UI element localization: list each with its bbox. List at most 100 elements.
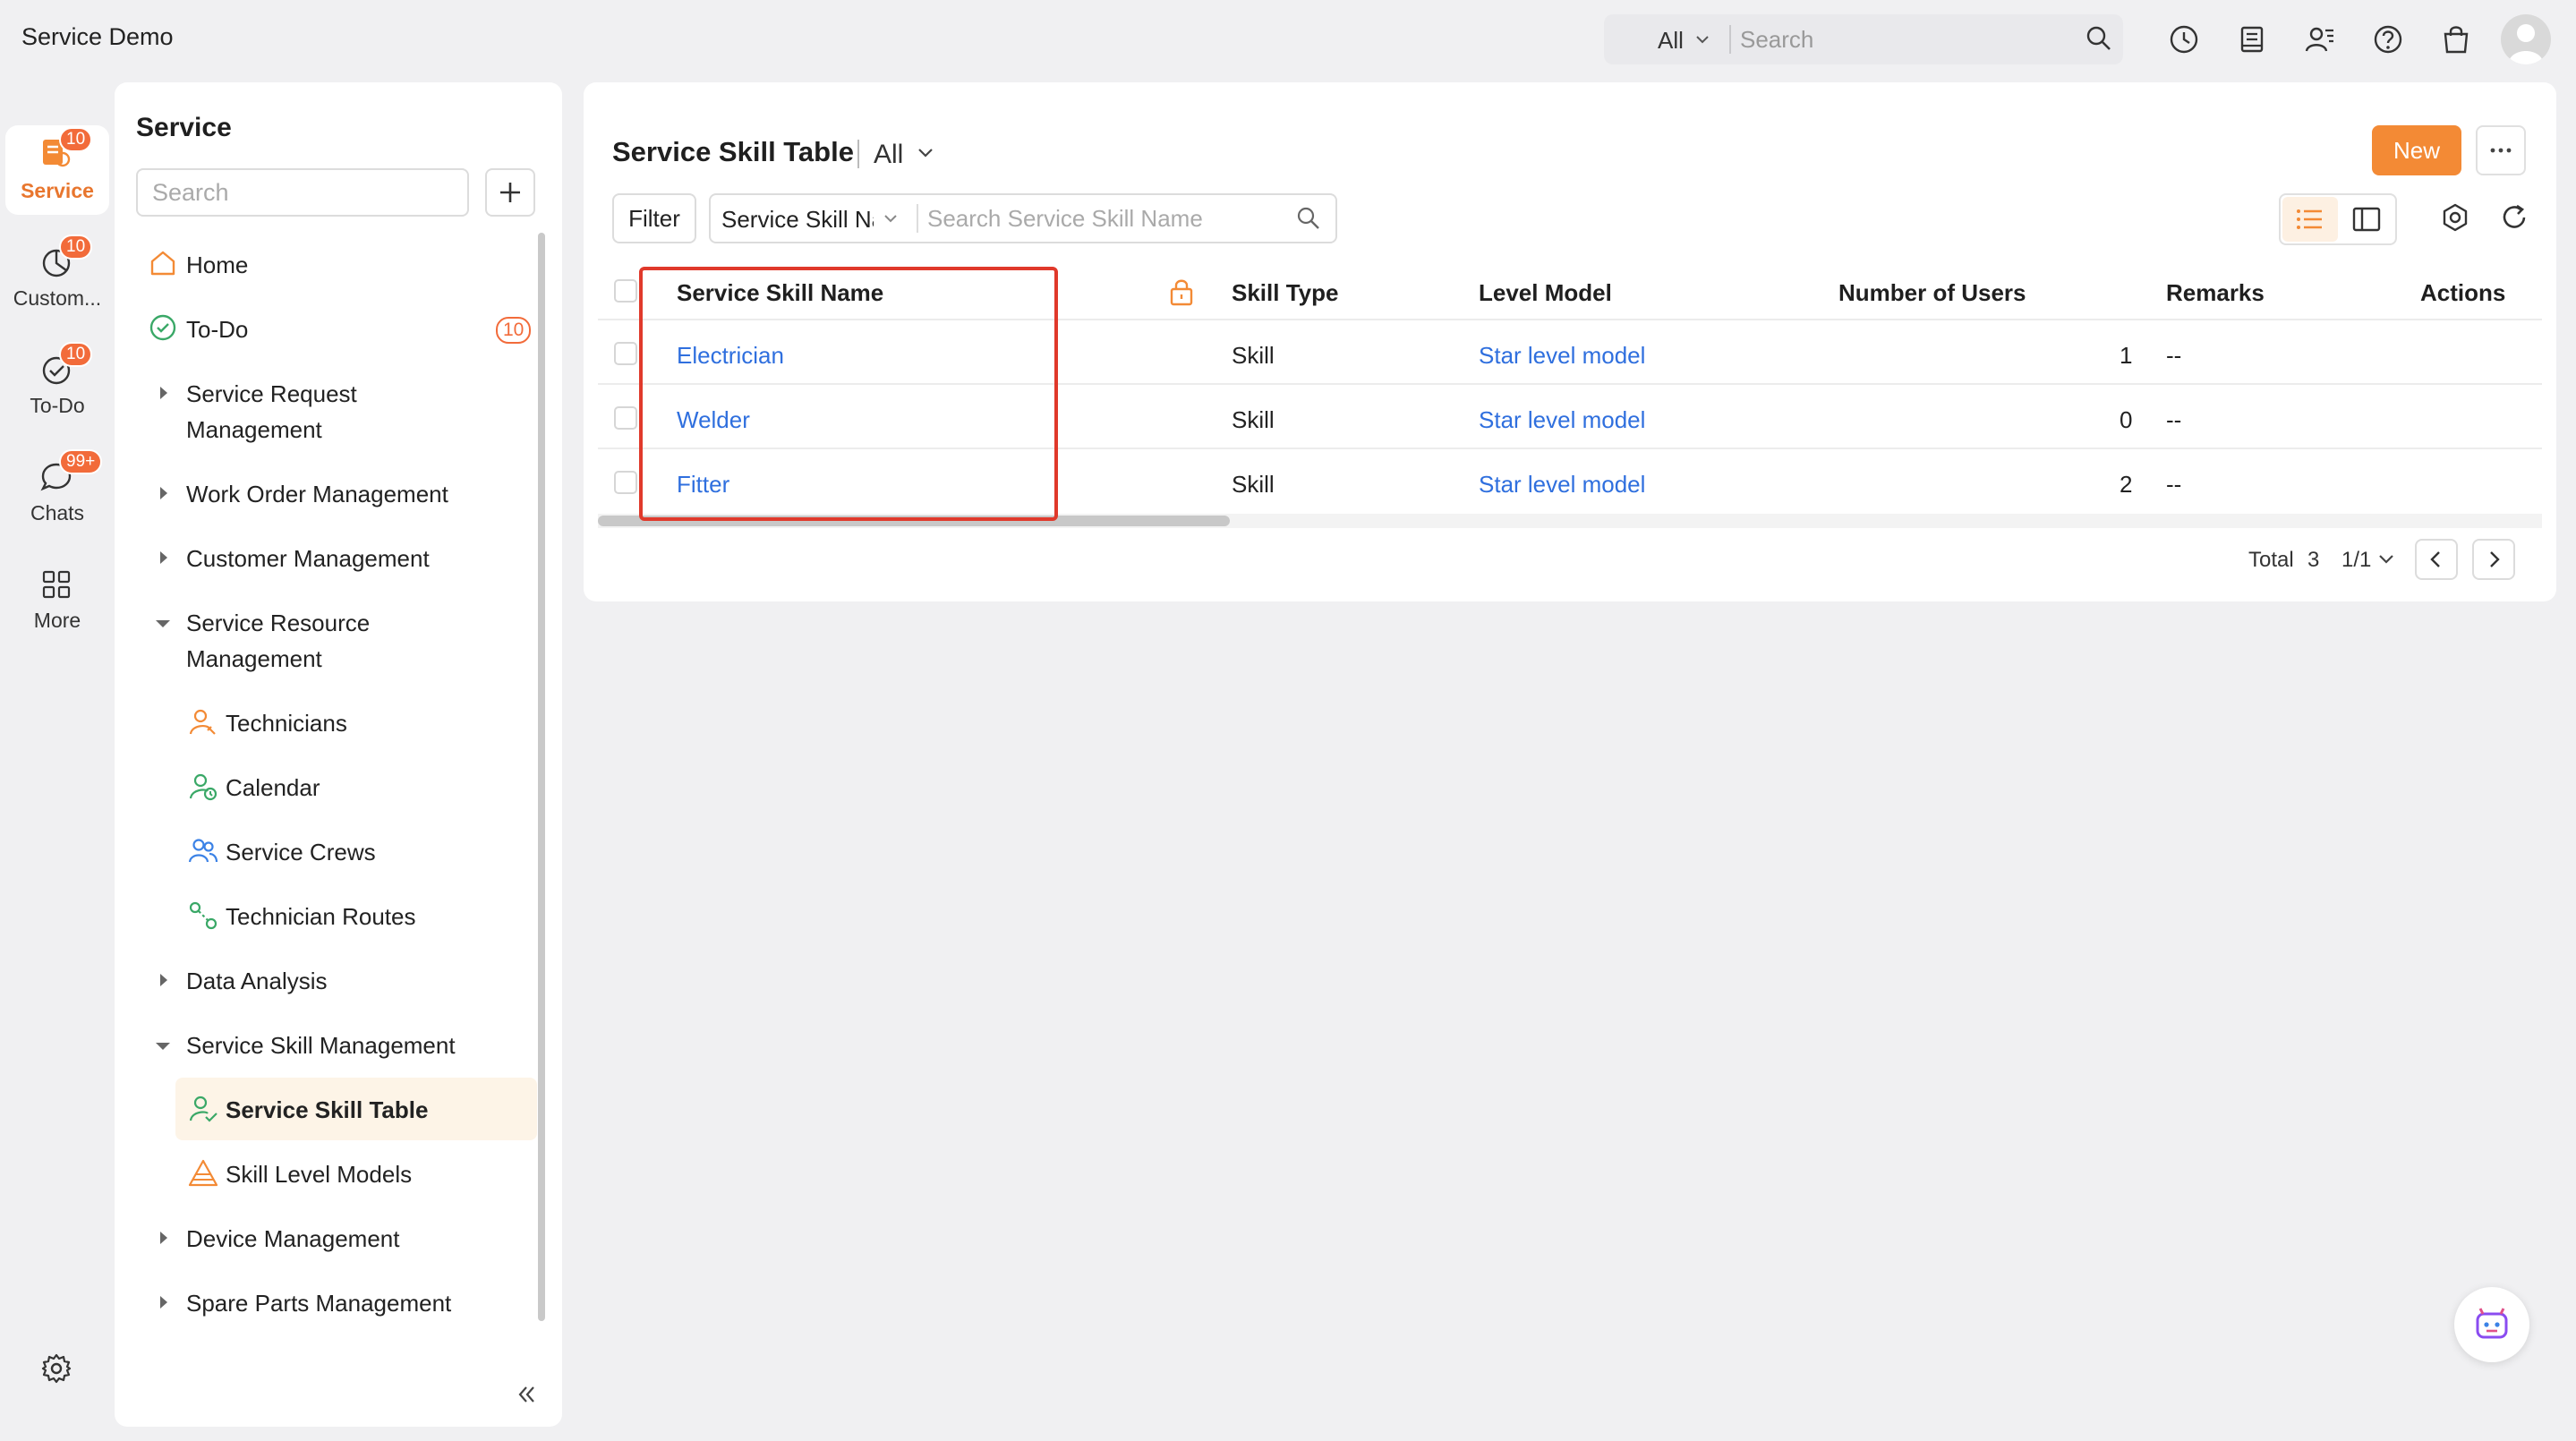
caret-right-icon[interactable] [158, 385, 170, 401]
search-field-select[interactable]: Service Skill Name [721, 206, 874, 234]
chevron-down-icon[interactable] [883, 213, 899, 224]
highlight-box [639, 267, 1058, 521]
prev-page-button[interactable] [2415, 539, 2458, 580]
sidebar-item-service-request[interactable]: Service Request [186, 376, 357, 412]
caret-right-icon[interactable] [158, 1230, 170, 1246]
clock-icon[interactable] [2168, 23, 2200, 55]
select-all-checkbox[interactable] [614, 279, 637, 303]
search-icon[interactable] [2086, 25, 2112, 52]
app-title: Service Demo [21, 23, 174, 50]
row-checkbox[interactable] [614, 406, 637, 430]
remarks-cell: -- [2166, 406, 2182, 433]
chevron-down-icon[interactable] [1695, 34, 1710, 45]
add-button[interactable] [485, 168, 535, 217]
level-model-link[interactable]: Star level model [1479, 342, 1645, 370]
chevron-down-icon[interactable] [2377, 553, 2395, 566]
sidebar-item-work-order[interactable]: Work Order Management [186, 476, 448, 512]
refresh-icon[interactable] [2499, 202, 2529, 233]
rail-item-chats[interactable]: Chats [5, 501, 109, 525]
settings-icon[interactable] [2440, 202, 2470, 233]
sidebar-item-skill-level-models[interactable]: Skill Level Models [226, 1156, 412, 1192]
sidebar-scrollbar[interactable] [538, 233, 545, 1321]
rail-item-customer[interactable]: Custom... [5, 286, 109, 311]
sidebar-item-service-crews[interactable]: Service Crews [226, 834, 376, 870]
level-model-link[interactable]: Star level model [1479, 406, 1645, 434]
home-icon [149, 249, 177, 277]
search-icon[interactable] [1296, 206, 1321, 231]
number-of-users-cell: 1 [2120, 342, 2133, 369]
chevron-down-icon[interactable] [917, 147, 934, 159]
sidebar-item-technicians[interactable]: Technicians [226, 705, 347, 741]
crew-icon [188, 836, 218, 866]
view-select[interactable]: All [874, 140, 903, 170]
row-checkbox[interactable] [614, 471, 637, 494]
customer-badge: 10 [59, 234, 93, 260]
column-header-skill-type[interactable]: Skill Type [1232, 279, 1338, 307]
lock-icon[interactable] [1169, 277, 1194, 306]
shopping-bag-icon[interactable] [2440, 23, 2472, 55]
sidebar-item-technician-routes[interactable]: Technician Routes [226, 899, 415, 934]
sidebar-item-todo[interactable]: To-Do [186, 311, 248, 347]
sidebar-item-customer-management[interactable]: Customer Management [186, 541, 430, 576]
caret-right-icon[interactable] [158, 485, 170, 501]
filter-button[interactable]: Filter [612, 193, 696, 243]
search-scope-select[interactable]: All [1658, 27, 1684, 55]
new-button[interactable]: New [2372, 125, 2461, 175]
sidebar-item-home[interactable]: Home [186, 247, 248, 283]
column-header-remarks[interactable]: Remarks [2166, 279, 2265, 307]
rail-item-more[interactable]: More [5, 609, 109, 633]
chatbot-button[interactable] [2454, 1287, 2529, 1362]
global-search-input[interactable] [1740, 21, 2062, 57]
sidebar-search-input[interactable] [136, 168, 469, 217]
column-header-number-of-users[interactable]: Number of Users [1838, 279, 2026, 307]
row-checkbox[interactable] [614, 342, 637, 365]
calendar-person-icon [188, 772, 218, 802]
chats-badge: 99+ [59, 449, 103, 474]
triangle-icon [188, 1158, 218, 1189]
robot-icon [2476, 1308, 2508, 1339]
todo-badge: 10 [59, 342, 93, 367]
collapse-double-chevron-icon[interactable] [514, 1382, 539, 1407]
column-header-actions[interactable]: Actions [2420, 279, 2505, 307]
pager-total-label: Total [2248, 548, 2294, 572]
remarks-cell: -- [2166, 342, 2182, 369]
sidebar-item-spare-parts[interactable]: Spare Parts Management [186, 1285, 451, 1321]
sidebar-item-device-management[interactable]: Device Management [186, 1221, 399, 1257]
caret-right-icon[interactable] [158, 1294, 170, 1310]
settings-gear-icon[interactable] [41, 1353, 72, 1384]
title-divider [857, 140, 859, 168]
sidebar-item-calendar[interactable]: Calendar [226, 770, 320, 806]
pager-total: 3 [2307, 548, 2320, 572]
next-page-button[interactable] [2472, 539, 2515, 580]
sidebar-item-service-skill-management[interactable]: Service Skill Management [186, 1027, 456, 1063]
rail-item-service[interactable]: Service [5, 179, 109, 203]
avatar[interactable] [2501, 14, 2551, 64]
sidebar-item-service-request-line2[interactable]: Management [186, 412, 322, 448]
skill-search-input[interactable] [927, 200, 1285, 236]
contacts-icon[interactable] [2304, 23, 2336, 55]
notes-icon[interactable] [2236, 23, 2268, 55]
page-select[interactable]: 1/1 [2341, 548, 2371, 573]
todo-count-badge: 10 [496, 317, 532, 344]
rail-item-todo[interactable]: To-Do [5, 394, 109, 418]
list-view-icon[interactable] [2295, 206, 2324, 233]
more-actions-button[interactable] [2476, 125, 2526, 175]
route-icon [188, 900, 218, 931]
sidebar-item-data-analysis[interactable]: Data Analysis [186, 963, 328, 999]
sidebar-item-service-resource-line2[interactable]: Management [186, 641, 322, 677]
panel-view-icon[interactable] [2352, 206, 2381, 233]
caret-right-icon[interactable] [158, 972, 170, 988]
grid-icon[interactable] [41, 569, 72, 600]
caret-right-icon[interactable] [158, 550, 170, 566]
skill-person-icon [188, 1094, 218, 1124]
sidebar-item-service-resource[interactable]: Service Resource [186, 605, 370, 641]
column-header-level-model[interactable]: Level Model [1479, 279, 1612, 307]
caret-down-icon[interactable] [154, 1040, 172, 1053]
caret-down-icon[interactable] [154, 618, 172, 630]
number-of-users-cell: 0 [2120, 406, 2133, 433]
sidebar-item-service-skill-table[interactable]: Service Skill Table [226, 1092, 428, 1128]
help-icon[interactable] [2372, 23, 2404, 55]
number-of-users-cell: 2 [2120, 471, 2133, 498]
skill-type-cell: Skill [1232, 342, 1275, 369]
level-model-link[interactable]: Star level model [1479, 471, 1645, 499]
